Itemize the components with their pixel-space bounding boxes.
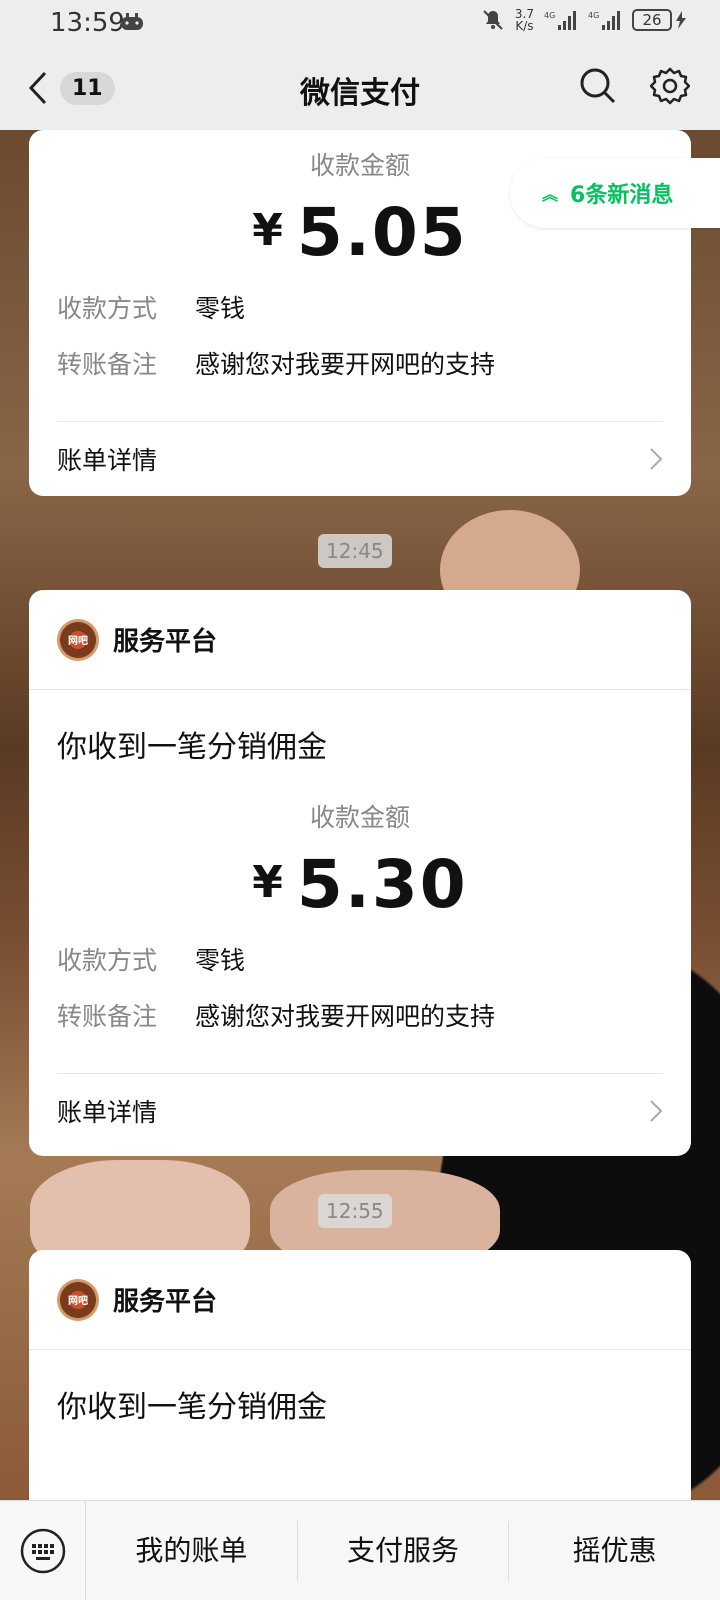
- card-subject: 你收到一笔分销佣金: [57, 730, 327, 765]
- source-name: 服务平台: [113, 627, 218, 657]
- status-time: 13:59: [50, 8, 125, 38]
- amount-label: 收款金额: [309, 803, 410, 832]
- chevron-right-icon: [650, 1100, 663, 1122]
- signal-icon: 4G: [544, 11, 576, 30]
- payment-card[interactable]: 网吧 服务平台 你收到一笔分销佣金 收款金额 ¥ 5.30 收款方式 零钱 转账…: [29, 590, 691, 1156]
- avatar: 网吧: [57, 1278, 99, 1321]
- keyboard-icon: [20, 1528, 65, 1573]
- battery-indicator: 26: [632, 9, 686, 31]
- bottom-menu: 我的账单 支付服务 摇优惠: [0, 1500, 720, 1600]
- chevron-right-icon: [650, 448, 663, 470]
- currency-symbol: ¥: [252, 205, 283, 256]
- menu-payment-services[interactable]: 支付服务: [298, 1520, 510, 1581]
- amount-value: 5.05: [296, 194, 468, 271]
- source-name: 服务平台: [113, 1287, 218, 1317]
- bill-details-link[interactable]: 账单详情: [29, 1074, 691, 1148]
- search-icon[interactable]: [578, 66, 618, 106]
- payment-method-row: 收款方式 零钱: [57, 946, 246, 975]
- transfer-note-row: 转账备注 感谢您对我要开网吧的支持: [57, 350, 496, 379]
- game-controller-icon: [121, 13, 143, 30]
- amount-value: 5.30: [296, 846, 468, 923]
- svg-text:4G: 4G: [588, 11, 599, 20]
- bill-details-link[interactable]: 账单详情: [29, 422, 691, 496]
- menu-my-bills[interactable]: 我的账单: [86, 1520, 298, 1581]
- currency-symbol: ¥: [252, 857, 283, 908]
- status-bar: 13:59 3.7 K/s 4G 4G 26: [0, 0, 720, 48]
- top-nav: 11 微信支付: [0, 48, 720, 130]
- payment-method-row: 收款方式 零钱: [57, 294, 246, 323]
- signal-icon-2: 4G: [588, 11, 620, 30]
- message-timestamp: 12:55: [318, 1194, 392, 1228]
- message-timestamp: 12:45: [318, 534, 392, 568]
- status-indicators: 3.7 K/s 4G 4G 26: [481, 8, 686, 32]
- avatar: 网吧: [57, 618, 99, 661]
- payment-card[interactable]: 网吧 服务平台 你收到一笔分销佣金: [29, 1250, 691, 1500]
- double-chevron-up-icon: ︽: [542, 185, 559, 204]
- card-subject: 你收到一笔分销佣金: [57, 1390, 327, 1425]
- menu-shake-offers[interactable]: 摇优惠: [509, 1521, 720, 1581]
- svg-text:4G: 4G: [544, 11, 555, 20]
- keyboard-toggle-button[interactable]: [0, 1500, 86, 1600]
- new-messages-button[interactable]: ︽ 6条新消息: [510, 158, 720, 228]
- transfer-note-row: 转账备注 感谢您对我要开网吧的支持: [57, 1002, 496, 1031]
- card-header: 网吧 服务平台: [29, 1250, 691, 1350]
- gear-icon[interactable]: [650, 66, 690, 106]
- amount: ¥ 5.30: [29, 846, 691, 923]
- network-speed: 3.7 K/s: [514, 7, 534, 33]
- battery-level: 26: [632, 9, 672, 31]
- mute-bell-icon: [483, 10, 503, 30]
- card-header: 网吧 服务平台: [29, 590, 691, 690]
- charging-icon: [676, 11, 686, 29]
